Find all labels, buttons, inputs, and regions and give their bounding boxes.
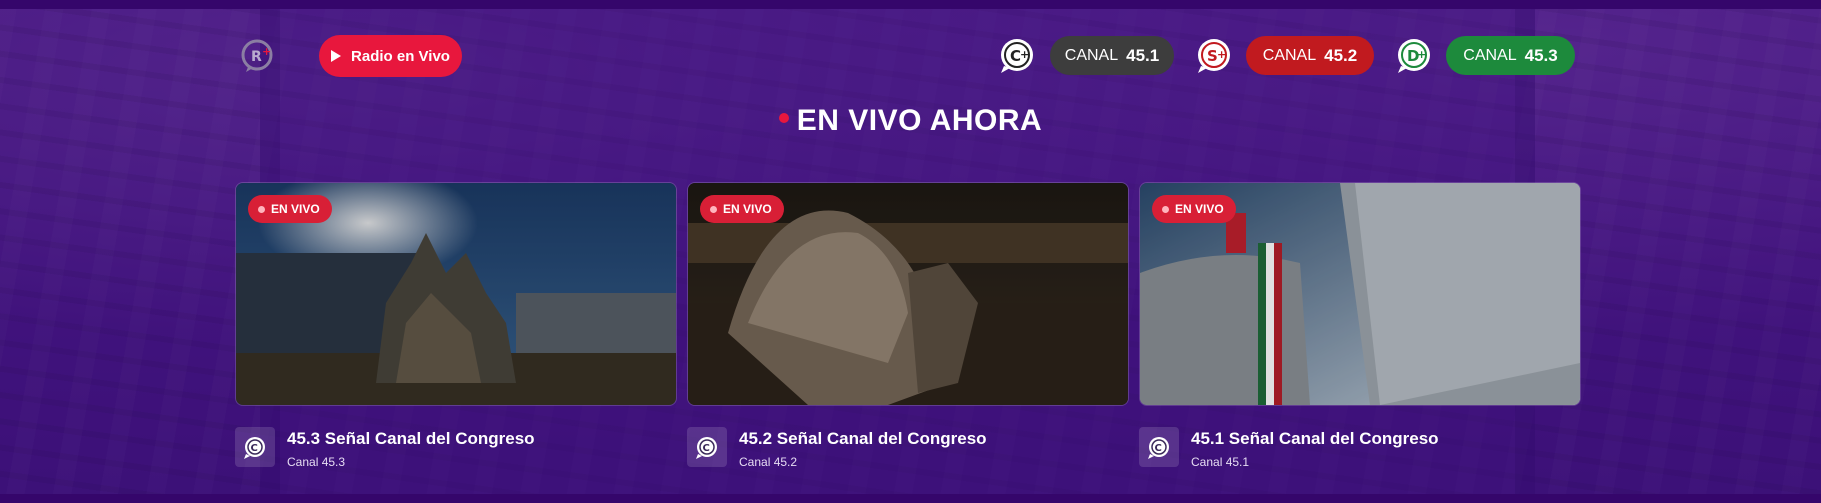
card-title[interactable]: 45.3 Señal Canal del Congreso: [287, 429, 535, 449]
svg-text:C: C: [251, 443, 258, 454]
canal-label: CANAL: [1262, 46, 1317, 64]
canal-c-plus-icon[interactable]: C +: [998, 36, 1036, 74]
live-dot-icon: [258, 205, 265, 213]
canal-logo-icon: C: [687, 427, 727, 467]
card-subtitle: Canal 45.1: [1191, 455, 1250, 469]
live-dot-icon: [1162, 205, 1169, 213]
svg-text:+: +: [1020, 48, 1029, 61]
canal-label: CANAL: [1064, 46, 1119, 64]
stream-thumbnail[interactable]: EN VIVO: [235, 182, 677, 406]
stream-card[interactable]: EN VIVO C 45.3 Señal Canal del Congreso …: [235, 182, 677, 472]
canal-logo-icon: C: [235, 427, 275, 467]
stream-thumbnail[interactable]: EN VIVO: [1139, 182, 1581, 406]
radio-plus-logo-icon[interactable]: R +: [240, 37, 276, 73]
canal-45-2-button[interactable]: CANAL 45.2: [1246, 36, 1374, 75]
radio-en-vivo-button[interactable]: Radio en Vivo: [319, 35, 462, 77]
canal-d-plus-icon[interactable]: D +: [1395, 36, 1433, 74]
stream-thumbnail[interactable]: EN VIVO: [687, 182, 1129, 406]
bottom-border: [0, 494, 1821, 503]
canal-number: 45.3: [1524, 45, 1558, 65]
stream-card[interactable]: EN VIVO C 45.1 Señal Canal del Congreso …: [1139, 182, 1581, 472]
section-title: EN VIVO AHORA: [0, 104, 1821, 138]
svg-text:+: +: [1417, 48, 1426, 61]
canal-45-3-button[interactable]: CANAL 45.3: [1446, 36, 1575, 75]
card-title[interactable]: 45.1 Señal Canal del Congreso: [1191, 429, 1439, 449]
live-badge: EN VIVO: [700, 195, 784, 223]
canal-logo-icon: C: [1139, 427, 1179, 467]
card-subtitle: Canal 45.2: [739, 455, 798, 469]
header: R + Radio en Vivo C + CANAL 45.1 S + CAN…: [0, 0, 1821, 110]
canal-number: 45.1: [1126, 45, 1160, 65]
svg-text:+: +: [262, 45, 271, 58]
svg-text:C: C: [703, 443, 710, 454]
live-badge: EN VIVO: [248, 195, 332, 223]
section-title-text: EN VIVO AHORA: [796, 104, 1043, 137]
canal-number: 45.2: [1324, 45, 1358, 65]
card-title[interactable]: 45.2 Señal Canal del Congreso: [739, 429, 987, 449]
live-badge-label: EN VIVO: [723, 202, 772, 216]
svg-text:C: C: [1155, 443, 1162, 454]
live-dot-icon: [778, 113, 789, 124]
card-info: C 45.3 Señal Canal del Congreso Canal 45…: [235, 422, 675, 472]
canal-45-1-button[interactable]: CANAL 45.1: [1050, 36, 1174, 75]
live-badge: EN VIVO: [1152, 195, 1236, 223]
live-badge-label: EN VIVO: [271, 202, 320, 216]
live-dot-icon: [710, 205, 717, 213]
radio-en-vivo-label: Radio en Vivo: [351, 47, 450, 65]
card-subtitle: Canal 45.3: [287, 455, 346, 469]
card-info: C 45.1 Señal Canal del Congreso Canal 45…: [1139, 422, 1579, 472]
live-badge-label: EN VIVO: [1175, 202, 1224, 216]
svg-text:R: R: [251, 49, 262, 65]
svg-text:+: +: [1217, 48, 1226, 61]
stream-card[interactable]: EN VIVO C 45.2 Señal Canal del Congreso …: [687, 182, 1129, 472]
canal-label: CANAL: [1463, 46, 1517, 64]
card-info: C 45.2 Señal Canal del Congreso Canal 45…: [687, 422, 1127, 472]
play-icon: [331, 50, 342, 62]
canal-s-plus-icon[interactable]: S +: [1195, 36, 1233, 74]
